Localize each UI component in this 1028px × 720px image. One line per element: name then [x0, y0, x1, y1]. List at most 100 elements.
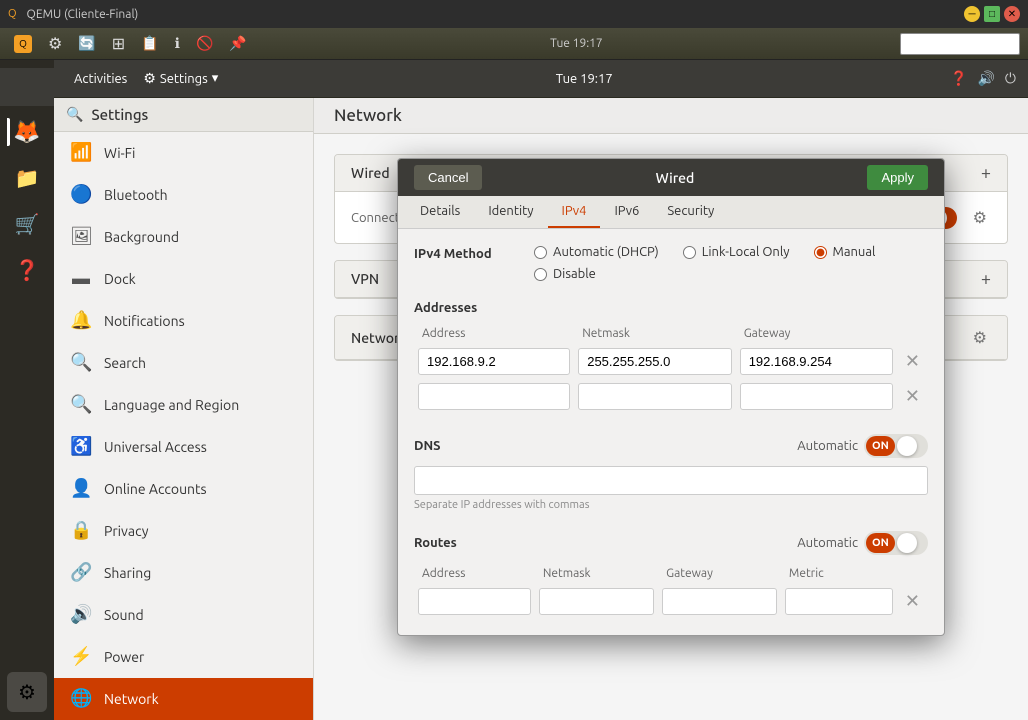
routes-netmask-input[interactable] [539, 588, 654, 615]
sidebar-label-bluetooth: Bluetooth [104, 187, 168, 203]
app-icon-help[interactable]: ❓ [7, 250, 47, 290]
apply-button[interactable]: Apply [867, 165, 928, 190]
app-icon-firefox[interactable]: 🦊 [7, 112, 47, 152]
addresses-title: Addresses [414, 301, 928, 315]
addresses-section: Addresses Address Netmask Gateway [414, 301, 928, 414]
files-icon: 📁 [15, 166, 40, 190]
sidebar-label-dock: Dock [104, 271, 136, 287]
col-netmask: Netmask [574, 323, 735, 344]
taskbar-icon-3[interactable]: ⊞ [106, 32, 131, 55]
app-icon-software[interactable]: 🛒 [7, 204, 47, 244]
radio-manual[interactable]: Manual [814, 245, 876, 259]
sidebar-label-privacy: Privacy [104, 523, 148, 539]
taskbar-search-input[interactable] [900, 33, 1020, 55]
close-button[interactable]: ✕ [1004, 6, 1020, 22]
tab-details[interactable]: Details [406, 196, 474, 228]
sidebar-item-background[interactable]: 🖼 Background [54, 216, 313, 258]
taskbar-icon-5[interactable]: ℹ [169, 33, 186, 54]
sidebar-item-sound[interactable]: 🔊 Sound [54, 594, 313, 636]
gateway-input-2[interactable] [740, 383, 893, 410]
dns-toggle-knob [897, 436, 917, 456]
dns-auto: Automatic ON [797, 434, 928, 458]
radio-link-local-input[interactable] [683, 246, 696, 259]
radio-link-local-label: Link-Local Only [702, 245, 790, 259]
firefox-icon: 🦊 [13, 119, 40, 145]
routes-address-input[interactable] [418, 588, 531, 615]
network-icon: 🌐 [70, 688, 92, 709]
routes-toggle[interactable]: ON [864, 531, 928, 555]
sound-topbar-icon[interactable]: 🔊 [977, 70, 994, 87]
sidebar-item-sharing[interactable]: 🔗 Sharing [54, 552, 313, 594]
radio-manual-input[interactable] [814, 246, 827, 259]
window-title: QEMU (Cliente-Final) [27, 8, 958, 21]
maximize-button[interactable]: □ [984, 6, 1000, 22]
window-titlebar: Q QEMU (Cliente-Final) ─ □ ✕ [0, 0, 1028, 28]
tab-identity[interactable]: Identity [474, 196, 547, 228]
dns-label: DNS [414, 439, 441, 453]
routes-metric-input[interactable] [785, 588, 893, 615]
cancel-button[interactable]: Cancel [414, 165, 482, 190]
settings-menu[interactable]: ⚙ Settings ▾ [143, 70, 218, 87]
radio-link-local[interactable]: Link-Local Only [683, 245, 790, 259]
sidebar-search-icon: 🔍 [66, 106, 83, 123]
sidebar-item-language[interactable]: 🔍 Language and Region [54, 384, 313, 426]
search-icon: 🔍 [70, 352, 92, 373]
modal-tabs: Details Identity IPv4 IPv6 [398, 196, 944, 229]
method-label: IPv4 Method [414, 245, 514, 261]
address-input-1[interactable] [418, 348, 570, 375]
sidebar-item-wifi[interactable]: 📶 Wi-Fi [54, 132, 313, 174]
gateway-input-1[interactable] [740, 348, 893, 375]
address-input-2[interactable] [418, 383, 570, 410]
help-topbar-icon[interactable]: ❓ [950, 70, 967, 87]
taskbar-icon-1[interactable]: ⚙ [42, 32, 68, 55]
sidebar-item-privacy[interactable]: 🔒 Privacy [54, 510, 313, 552]
tab-security[interactable]: Security [653, 196, 728, 228]
dns-input[interactable] [414, 466, 928, 495]
modal-body: IPv4 Method Automatic (DHCP) [398, 229, 944, 635]
delete-row-1-button[interactable]: ✕ [901, 347, 924, 375]
sidebar-item-dock[interactable]: ▬ Dock [54, 258, 313, 300]
delete-row-2-button[interactable]: ✕ [901, 382, 924, 410]
radio-disable-input[interactable] [534, 268, 547, 281]
sidebar-label-universal: Universal Access [104, 439, 207, 455]
col-gateway: Gateway [736, 323, 897, 344]
sidebar-item-power[interactable]: ⚡ Power [54, 636, 313, 678]
main-content: Network Wired + Connected ON [314, 98, 1028, 720]
minimize-button[interactable]: ─ [964, 6, 980, 22]
routes-auto: Automatic ON [797, 531, 928, 555]
radio-automatic-dhcp[interactable]: Automatic (DHCP) [534, 245, 659, 259]
app-icon-files[interactable]: 📁 [7, 158, 47, 198]
sidebar-item-notifications[interactable]: 🔔 Notifications [54, 300, 313, 342]
tab-ipv4[interactable]: IPv4 [548, 196, 601, 228]
dns-toggle[interactable]: ON [864, 434, 928, 458]
settings-menu-arrow: ▾ [212, 71, 219, 86]
settings-gear-icon: ⚙ [18, 680, 36, 704]
netmask-input-1[interactable] [578, 348, 731, 375]
settings-menu-icon: ⚙ [143, 70, 156, 87]
bluetooth-icon: 🔵 [70, 184, 92, 205]
sidebar-item-online-accounts[interactable]: 👤 Online Accounts [54, 468, 313, 510]
netmask-input-2[interactable] [578, 383, 731, 410]
radio-automatic-input[interactable] [534, 246, 547, 259]
taskbar-icon-7[interactable]: 📌 [223, 33, 252, 54]
taskbar-icon-4[interactable]: 📋 [135, 33, 164, 54]
qemu-taskbar-icon: Q [14, 35, 32, 53]
taskbar-icon-6[interactable]: 🚫 [190, 33, 219, 54]
delete-route-1-button[interactable]: ✕ [901, 587, 924, 615]
taskbar-qemu[interactable]: Q [8, 33, 38, 55]
routes-col-netmask: Netmask [535, 563, 658, 584]
sidebar-item-search[interactable]: 🔍 Search [54, 342, 313, 384]
active-indicator [7, 118, 10, 146]
taskbar-icon-2[interactable]: 🔄 [72, 33, 101, 54]
routes-gateway-input[interactable] [662, 588, 777, 615]
sidebar-label-language: Language and Region [104, 397, 239, 413]
tab-identity-label: Identity [488, 204, 533, 218]
power-topbar-icon[interactable]: ⏻ [1005, 70, 1016, 87]
app-icon-settings[interactable]: ⚙ [7, 672, 47, 712]
sidebar-item-universal[interactable]: ♿ Universal Access [54, 426, 313, 468]
sidebar-item-bluetooth[interactable]: 🔵 Bluetooth [54, 174, 313, 216]
activities-button[interactable]: Activities [66, 68, 135, 90]
sidebar-item-network[interactable]: 🌐 Network [54, 678, 313, 720]
tab-ipv6[interactable]: IPv6 [600, 196, 653, 228]
radio-disable[interactable]: Disable [534, 267, 596, 281]
